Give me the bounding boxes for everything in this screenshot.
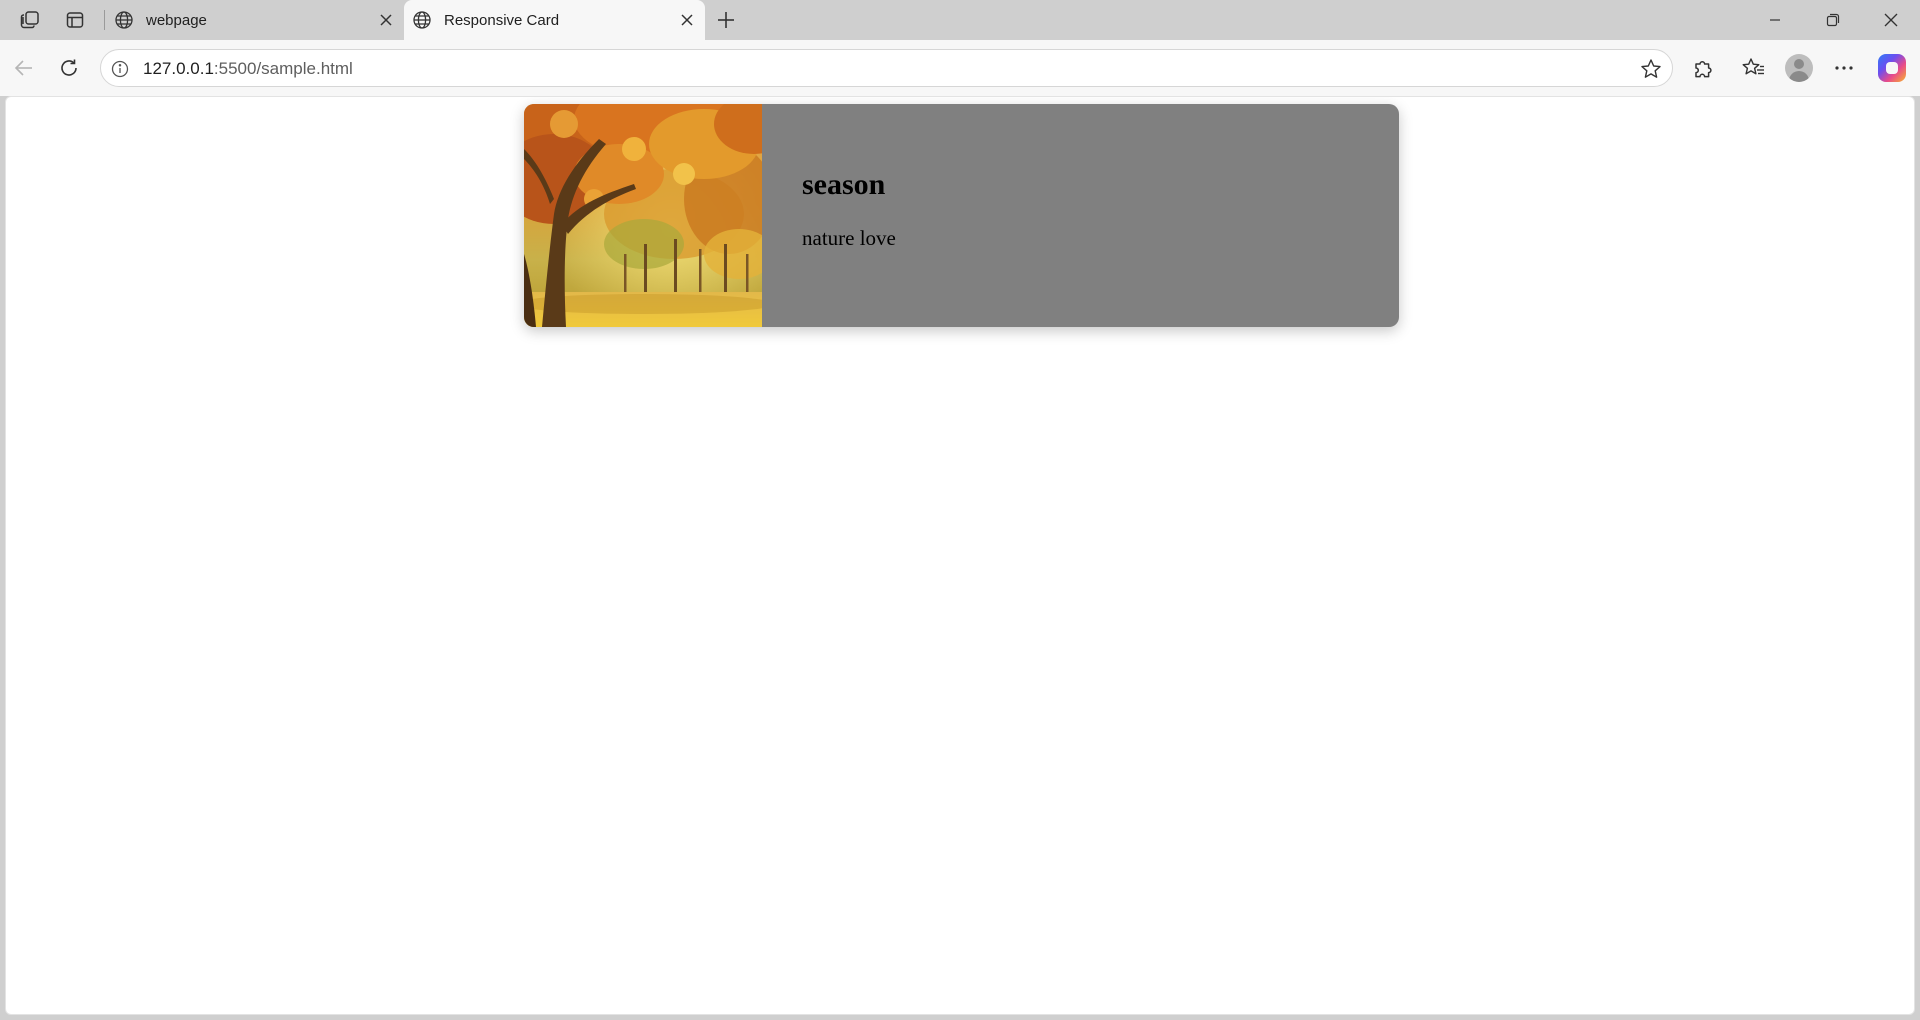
more-button[interactable] xyxy=(1826,50,1862,86)
close-icon xyxy=(681,14,693,26)
profile-button[interactable] xyxy=(1781,50,1817,86)
address-bar[interactable]: 127.0.0.1:5500/sample.html xyxy=(100,49,1673,87)
more-icon xyxy=(1835,66,1853,70)
globe-icon xyxy=(413,11,431,29)
favorites-button[interactable] xyxy=(1736,50,1772,86)
vertical-tabs-icon xyxy=(66,12,84,28)
tab-title: webpage xyxy=(146,12,207,29)
page-viewport: season nature love xyxy=(5,96,1915,1015)
url-path: :5500/sample.html xyxy=(213,59,353,78)
responsive-card: season nature love xyxy=(524,104,1399,327)
autumn-trees-image xyxy=(524,104,762,327)
minimize-button[interactable] xyxy=(1747,0,1803,40)
close-window-button[interactable] xyxy=(1863,0,1919,40)
copilot-icon xyxy=(1878,54,1906,82)
tab-strip: webpage Responsive Card xyxy=(0,0,1920,40)
restore-button[interactable] xyxy=(1805,0,1861,40)
extensions-button[interactable] xyxy=(1685,50,1721,86)
refresh-icon xyxy=(61,59,77,76)
minimize-icon xyxy=(1770,19,1780,21)
toolbar: 127.0.0.1:5500/sample.html xyxy=(0,40,1920,96)
tab-responsive-card[interactable]: Responsive Card xyxy=(404,0,705,40)
close-icon xyxy=(1884,13,1898,27)
url-text[interactable]: 127.0.0.1:5500/sample.html xyxy=(143,59,353,79)
back-button[interactable] xyxy=(6,50,42,86)
profile-icon xyxy=(1785,54,1813,82)
card-title: season xyxy=(802,168,886,201)
tab-close-button[interactable] xyxy=(374,8,398,32)
workspaces-icon xyxy=(20,11,39,29)
workspaces-button[interactable] xyxy=(15,6,45,34)
add-favorite-button[interactable] xyxy=(1638,56,1664,82)
globe-icon xyxy=(115,11,133,29)
card-content: season nature love xyxy=(762,104,896,327)
tab-close-button[interactable] xyxy=(675,8,699,32)
vertical-tabs-button[interactable] xyxy=(60,6,90,34)
puzzle-icon xyxy=(1695,60,1712,78)
tab-webpage[interactable]: webpage xyxy=(106,0,404,40)
site-info-button[interactable] xyxy=(109,58,131,80)
new-tab-button[interactable] xyxy=(711,6,741,34)
info-icon xyxy=(111,60,129,78)
back-arrow-icon xyxy=(14,60,32,76)
tab-title: Responsive Card xyxy=(444,12,560,29)
plus-icon xyxy=(718,12,734,28)
card-text: nature love xyxy=(802,226,896,250)
close-icon xyxy=(380,14,392,26)
refresh-button[interactable] xyxy=(51,50,87,86)
star-icon xyxy=(1641,59,1661,78)
favorites-icon xyxy=(1742,58,1764,75)
url-host: 127.0.0.1 xyxy=(143,59,214,78)
copilot-button[interactable] xyxy=(1874,50,1910,86)
restore-icon xyxy=(1826,13,1840,27)
tab-separator xyxy=(104,10,105,30)
